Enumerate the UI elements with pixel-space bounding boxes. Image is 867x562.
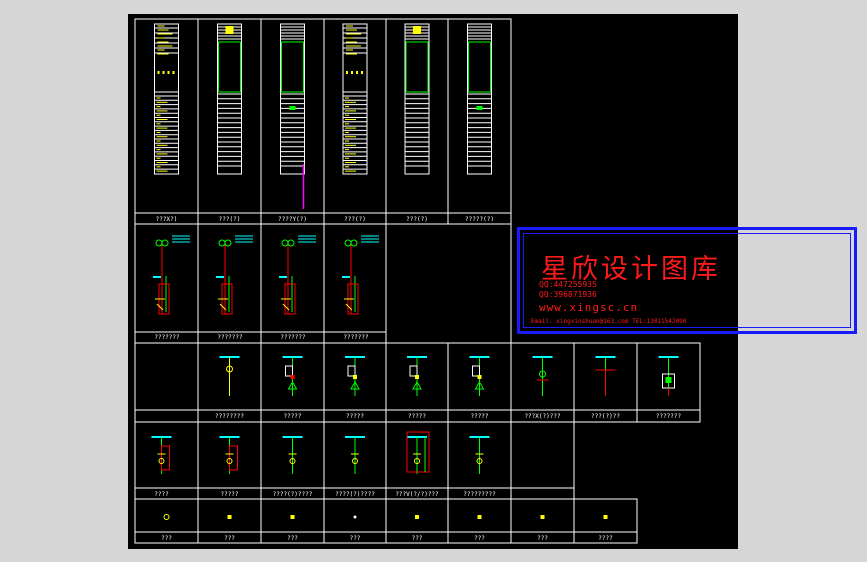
row1-cell-label: ?????(?)	[465, 216, 494, 223]
row5-cell-label: ???	[537, 535, 548, 542]
row4-cell-label: ?????	[220, 491, 238, 498]
row1-cell-label: ???X?)	[156, 216, 178, 223]
row2-cell-label: ???????	[154, 334, 180, 341]
panel-mark	[356, 71, 358, 74]
ct-symbol	[281, 239, 289, 247]
row4-cell-label: ????	[154, 491, 169, 498]
row4-cell-label: ???V(?/?)???	[395, 491, 439, 498]
icon-symbol	[290, 515, 295, 519]
icon-symbol	[163, 514, 170, 520]
indicator	[353, 375, 357, 379]
panel-mark	[162, 71, 165, 74]
panel-green-mark	[476, 106, 483, 110]
row3-cell-label: ???X(?)???	[524, 413, 561, 420]
breaker-symbol	[409, 365, 418, 377]
row2-frame	[134, 223, 512, 344]
watermark-url: www.xingsc.cn	[539, 301, 639, 314]
row2-cell-label: ???????	[217, 334, 243, 341]
row3-cell-label: ???????	[656, 413, 682, 420]
meter-face	[665, 377, 672, 383]
icon-symbol	[227, 515, 232, 519]
drawing-canvas: ???X?) ???(?) ????Y(?) ???(?) ???(?) ?????(?)…	[128, 14, 857, 549]
row5-cell-label: ????	[598, 535, 613, 542]
row5-cell-label: ???	[287, 535, 298, 542]
indicator	[415, 375, 419, 379]
row2-cell-label: ???????	[280, 334, 306, 341]
watermark-qq2: QQ:396871936	[539, 290, 597, 299]
panel-window	[405, 41, 429, 93]
indicator	[290, 375, 295, 379]
row3-cell-label: ?????	[283, 413, 301, 420]
row3-cell-label: ???(?)??	[591, 413, 620, 420]
ct-symbol	[155, 239, 163, 247]
ct-symbol	[218, 239, 226, 247]
ct-symbol	[161, 239, 169, 247]
panel-top-symbol	[225, 26, 234, 34]
watermark-qq1: QQ:447255935	[539, 280, 597, 289]
row1-cell-label: ????Y(?)	[278, 216, 307, 223]
ct-symbol	[350, 239, 358, 247]
breaker-symbol	[347, 365, 356, 377]
row4-cell-label: ?????????	[463, 491, 496, 498]
row1-cell-label: ???(?)	[406, 216, 428, 223]
row3-cell-label: ????????	[215, 413, 244, 420]
ct-symbol	[224, 239, 232, 247]
ct-symbol	[344, 239, 352, 247]
watermark: 星欣设计图库 QQ:447255935 QQ:396871936 www.xin…	[517, 227, 857, 334]
icon-symbol	[540, 515, 545, 519]
row4-cell-label: ????(?)????	[273, 491, 313, 498]
panel-mark	[167, 71, 170, 74]
panel-top-symbol	[413, 26, 421, 34]
row3-cell-label: ?????	[408, 413, 426, 420]
row5-cell-label: ???	[474, 535, 485, 542]
panel-window	[218, 41, 241, 93]
panel-window	[468, 41, 491, 93]
row5-cell-label: ???	[161, 535, 172, 542]
row1-frame	[134, 18, 512, 225]
indicator	[477, 375, 482, 379]
icon-symbol	[353, 515, 357, 519]
row3-cell-label: ?????	[346, 413, 364, 420]
icon-symbol	[415, 515, 419, 519]
breaker-symbol	[285, 365, 293, 377]
row2-cell-label: ???????	[343, 334, 369, 341]
row5-cell-label: ???	[412, 535, 423, 542]
row5-cell-label: ???	[224, 535, 235, 542]
ct-symbol	[287, 239, 295, 247]
panel-window	[281, 41, 304, 93]
feeder-box	[229, 445, 238, 471]
row1-cell-label: ???(?)	[219, 216, 241, 223]
panel-green-mark	[289, 106, 296, 110]
row3-cell-label: ?????	[470, 413, 488, 420]
icon-symbol	[603, 515, 608, 519]
panel-mark	[361, 71, 363, 74]
panel-mark	[351, 71, 353, 74]
row5-cell-label: ???	[350, 535, 361, 542]
watermark-contact: Email: xingxinshuan@163.com TEL:13011542…	[531, 318, 687, 325]
row4-cell-label: ????(?)????	[335, 491, 375, 498]
panel-mark	[346, 71, 348, 74]
breaker-symbol	[472, 365, 480, 377]
icon-symbol	[477, 515, 482, 519]
feeder-box	[161, 445, 170, 471]
row1-cell-label: ???(?)	[344, 216, 366, 223]
panel-mark	[157, 71, 160, 74]
panel-mark	[172, 71, 175, 74]
